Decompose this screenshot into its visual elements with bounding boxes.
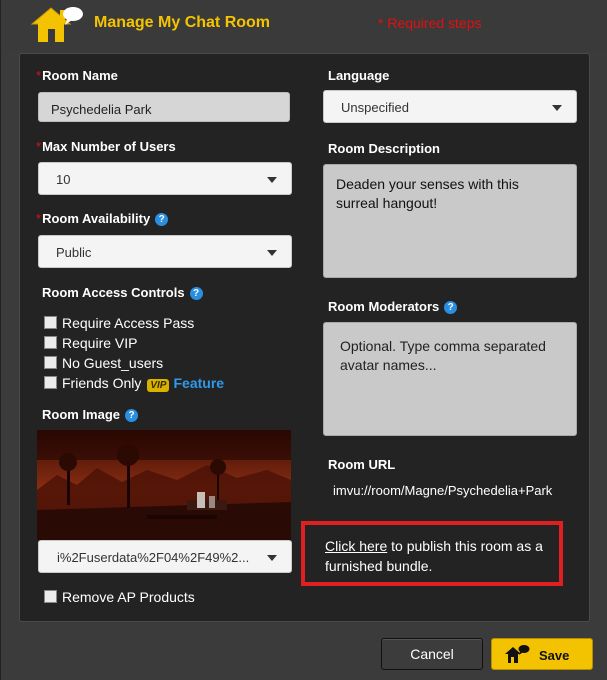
help-icon[interactable]: ?	[444, 301, 458, 314]
room-name-label: *Room Name	[36, 68, 118, 83]
required-steps-note: * Required steps	[378, 15, 482, 31]
no-guest-users-option[interactable]: No Guest_users	[44, 355, 163, 371]
language-value: Unspecified	[341, 100, 409, 115]
chevron-down-icon	[267, 555, 277, 561]
checkbox[interactable]	[44, 356, 57, 369]
moderators-textarea[interactable]: Optional. Type comma separated avatar na…	[323, 322, 577, 436]
room-image-label: Room Image?	[42, 407, 139, 422]
title-bar: Manage My Chat Room * Required steps	[1, 0, 607, 50]
description-textarea[interactable]: Deaden your senses with this surreal han…	[323, 164, 577, 278]
description-label: Room Description	[328, 141, 440, 156]
required-mark: *	[36, 211, 42, 226]
publish-link[interactable]: Click here	[325, 538, 387, 554]
max-users-label-text: Max Number of Users	[42, 139, 176, 154]
language-select[interactable]: Unspecified	[323, 90, 577, 123]
moderators-label: Room Moderators?	[328, 299, 458, 314]
availability-label-text: Room Availability	[42, 211, 151, 226]
help-icon[interactable]: ?	[189, 287, 203, 300]
room-home-icon	[505, 645, 530, 663]
required-mark: *	[36, 68, 42, 83]
publish-highlight-box: Click here to publish this room as a fur…	[301, 521, 563, 586]
publish-text: Click here to publish this room as a fur…	[325, 536, 555, 576]
option-label: Friends Only	[62, 375, 142, 391]
manage-room-dialog: Manage My Chat Room * Required steps *Ro…	[0, 0, 607, 680]
max-users-label: *Max Number of Users	[36, 139, 176, 154]
friends-only-option[interactable]: Friends Only VIP Feature	[44, 375, 224, 392]
option-label: Remove AP Products	[62, 589, 195, 605]
checkbox[interactable]	[44, 590, 57, 603]
feature-link[interactable]: Feature	[173, 375, 224, 391]
option-label: Require Access Pass	[62, 315, 195, 331]
access-controls-label-text: Room Access Controls	[42, 285, 185, 300]
room-name-input[interactable]: Psychedelia Park	[38, 92, 290, 122]
option-label: Require VIP	[62, 335, 138, 351]
room-image-select[interactable]: i%2Fuserdata%2F04%2F49%2...	[38, 540, 292, 573]
language-label: Language	[328, 68, 390, 83]
cancel-button[interactable]: Cancel	[381, 638, 483, 670]
help-icon[interactable]: ?	[125, 409, 139, 422]
require-access-pass-option[interactable]: Require Access Pass	[44, 315, 194, 331]
dialog-title: Manage My Chat Room	[94, 14, 271, 31]
room-home-icon	[30, 7, 83, 42]
form-panel: *Room Name Psychedelia Park *Max Number …	[19, 53, 590, 622]
room-image-file-value: i%2Fuserdata%2F04%2F49%2...	[57, 550, 250, 565]
chevron-down-icon	[267, 177, 277, 183]
room-url-value: imvu://room/Magne/Psychedelia+Park	[333, 483, 553, 498]
chevron-down-icon	[552, 105, 562, 111]
availability-select[interactable]: Public	[38, 235, 292, 268]
save-label: Save	[539, 648, 570, 663]
room-name-label-text: Room Name	[42, 68, 118, 83]
help-icon[interactable]: ?	[155, 213, 169, 226]
moderators-label-text: Room Moderators	[328, 299, 440, 314]
availability-value: Public	[56, 245, 92, 260]
access-controls-label: Room Access Controls?	[42, 285, 203, 300]
room-image-preview	[37, 430, 291, 540]
checkbox[interactable]	[44, 316, 57, 329]
room-image-graphic	[37, 430, 291, 540]
chevron-down-icon	[267, 250, 277, 256]
require-vip-option[interactable]: Require VIP	[44, 335, 137, 351]
vip-badge: VIP	[147, 379, 170, 392]
save-button[interactable]: Save	[491, 638, 593, 670]
availability-label: *Room Availability?	[36, 211, 169, 226]
max-users-select[interactable]: 10	[38, 162, 292, 195]
required-mark: *	[36, 139, 42, 154]
room-url-label: Room URL	[328, 457, 396, 472]
checkbox[interactable]	[44, 336, 57, 349]
remove-ap-products-option[interactable]: Remove AP Products	[44, 589, 195, 605]
option-label: No Guest_users	[62, 355, 164, 371]
max-users-value: 10	[56, 172, 71, 187]
room-image-label-text: Room Image	[42, 407, 121, 422]
checkbox[interactable]	[44, 376, 57, 389]
